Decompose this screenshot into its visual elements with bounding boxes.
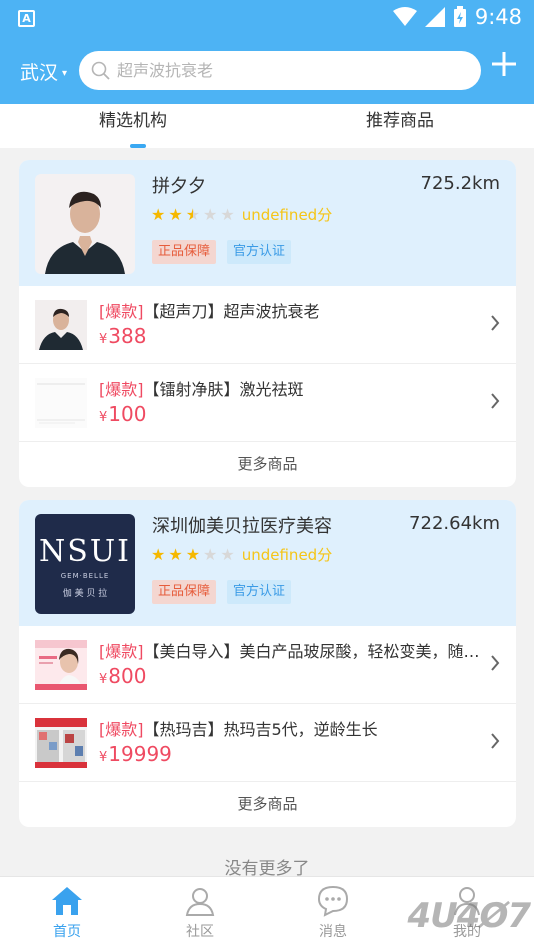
star-icon: ★ (185, 544, 201, 564)
message-icon (317, 885, 349, 917)
currency-symbol: ¥ (99, 332, 108, 347)
product-price: ¥19999 (99, 742, 172, 766)
chevron-right-icon (491, 315, 500, 331)
shop-card: NSUI GEM·BELLE 伽 美 贝 拉 深圳伽美贝拉医疗美容 722.64… (19, 500, 516, 827)
watermark: 4U4Ø7 (407, 896, 531, 936)
shop-name: 拼夕夕 (152, 176, 206, 197)
hot-label: [爆款] (99, 380, 144, 399)
more-products-button[interactable]: 更多商品 (19, 442, 516, 486)
star-empty-icon: ★ (203, 204, 218, 224)
product-thumbnail (35, 378, 87, 428)
nav-community[interactable]: 社区 (160, 885, 240, 941)
city-selector[interactable]: 武汉 ▾ (20, 58, 67, 85)
product-item[interactable]: [爆款]【镭射净肤】激光祛斑 ¥100 (19, 364, 516, 442)
shop-photo (35, 174, 135, 274)
product-thumbnail (35, 300, 87, 350)
currency-symbol: ¥ (99, 410, 108, 425)
product-price: ¥100 (99, 402, 146, 426)
shop-header[interactable]: 拼夕夕 725.2km ★ ★ ★ ★ ★ undefined分 正品保障 官方… (19, 160, 516, 286)
price-value: 388 (108, 324, 147, 348)
hot-label: [爆款] (99, 302, 144, 321)
star-icon: ★ (168, 204, 183, 224)
star-icon: ★ (168, 544, 183, 564)
caret-down-icon: ▾ (62, 68, 68, 79)
tab-active-indicator (130, 144, 146, 148)
tab-bar: 精选机构 推荐商品 (0, 104, 534, 148)
rating-stars: ★ ★ ★ ★ ★ undefined分 (151, 544, 332, 565)
tag-official: 官方认证 (227, 240, 292, 264)
shop-distance: 722.64km (409, 513, 500, 534)
product-name: 【美白导入】美白产品玻尿酸，轻松变美，随时随地 (143, 642, 485, 661)
price-value: 100 (108, 402, 147, 426)
shop-distance: 725.2km (420, 173, 501, 194)
signal-icon (424, 7, 445, 27)
product-name: 【热玛吉】热玛吉5代，逆龄生长 (143, 720, 378, 739)
search-input[interactable] (117, 61, 457, 80)
price-value: 19999 (108, 742, 172, 766)
rating-score: undefined分 (241, 546, 333, 564)
city-label: 武汉 (20, 62, 59, 84)
product-title: [爆款]【镭射净肤】激光祛斑 (99, 376, 484, 400)
hot-label: [爆款] (99, 720, 144, 739)
product-item[interactable]: [爆款]【美白导入】美白产品玻尿酸，轻松变美，随时随地 ¥800 (19, 626, 516, 704)
search-icon (91, 61, 110, 80)
clock: 9:48 (474, 5, 522, 29)
star-half-icon: ★ (185, 204, 201, 224)
rating-score: undefined分 (241, 206, 333, 224)
tab-featured-institutions[interactable]: 精选机构 (99, 106, 167, 131)
shop-card: 拼夕夕 725.2km ★ ★ ★ ★ ★ undefined分 正品保障 官方… (19, 160, 516, 487)
logo-text: NSUI (39, 534, 131, 569)
nav-messages[interactable]: 消息 (293, 885, 373, 941)
product-name: 【镭射净肤】激光祛斑 (143, 380, 304, 399)
product-name: 【超声刀】超声波抗衰老 (143, 302, 320, 321)
nav-messages-label: 消息 (319, 924, 347, 940)
star-icon: ★ (151, 204, 166, 224)
product-title: [爆款]【美白导入】美白产品玻尿酸，轻松变美，随时随地 (99, 638, 484, 662)
currency-symbol: ¥ (99, 750, 108, 765)
product-item[interactable]: [爆款]【热玛吉】热玛吉5代，逆龄生长 ¥19999 (19, 704, 516, 782)
hot-label: [爆款] (99, 642, 144, 661)
home-icon (52, 887, 82, 915)
star-empty-icon: ★ (220, 544, 235, 564)
nav-home-label: 首页 (53, 924, 81, 940)
nav-community-label: 社区 (186, 924, 214, 940)
chevron-right-icon (491, 655, 500, 671)
tag-official: 官方认证 (227, 580, 292, 604)
community-icon (185, 888, 215, 916)
star-empty-icon: ★ (203, 544, 218, 564)
product-title: [爆款]【热玛吉】热玛吉5代，逆龄生长 (99, 716, 484, 740)
price-value: 800 (108, 664, 147, 688)
product-title: [爆款]【超声刀】超声波抗衰老 (99, 298, 484, 322)
shop-name: 深圳伽美贝拉医疗美容 (152, 516, 332, 537)
star-empty-icon: ★ (220, 204, 235, 224)
product-item[interactable]: [爆款]【超声刀】超声波抗衰老 ¥388 (19, 286, 516, 364)
product-thumbnail (35, 640, 87, 690)
logo-subtext: GEM·BELLE (60, 572, 110, 580)
top-bar: 武汉 ▾ (0, 38, 534, 104)
tab-recommended-products[interactable]: 推荐商品 (366, 106, 434, 131)
star-icon: ★ (151, 544, 166, 564)
shop-logo: NSUI GEM·BELLE 伽 美 贝 拉 (35, 514, 135, 614)
status-icons: 9:48 (392, 5, 522, 29)
product-price: ¥800 (99, 664, 146, 688)
product-thumbnail (35, 718, 87, 768)
wifi-icon (392, 7, 417, 26)
rating-stars: ★ ★ ★ ★ ★ undefined分 (151, 204, 332, 225)
search-bar[interactable] (79, 51, 481, 90)
battery-icon (453, 6, 466, 27)
chevron-right-icon (491, 393, 500, 409)
nav-home[interactable]: 首页 (27, 885, 107, 941)
tag-genuine: 正品保障 (152, 580, 217, 604)
tag-genuine: 正品保障 (152, 240, 217, 264)
chevron-right-icon (491, 733, 500, 749)
status-bar: A 9:48 (0, 0, 534, 38)
currency-symbol: ¥ (99, 672, 108, 687)
more-products-button[interactable]: 更多商品 (19, 782, 516, 826)
add-icon[interactable] (490, 50, 518, 78)
logo-cn-text: 伽 美 贝 拉 (62, 589, 108, 599)
app-notification-icon: A (18, 10, 35, 27)
shop-header[interactable]: NSUI GEM·BELLE 伽 美 贝 拉 深圳伽美贝拉医疗美容 722.64… (19, 500, 516, 626)
product-price: ¥388 (99, 324, 146, 348)
